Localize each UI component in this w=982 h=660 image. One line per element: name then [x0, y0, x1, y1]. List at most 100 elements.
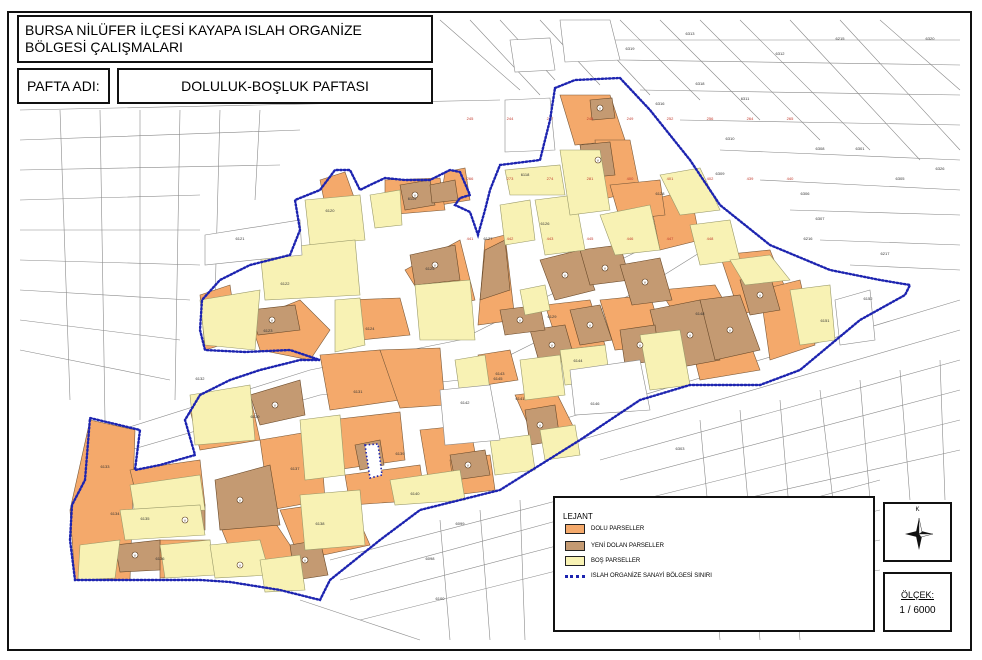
pafta-name: DOLULUK-BOŞLUK PAFTASI: [181, 78, 369, 94]
map-label: 6099: [456, 521, 466, 526]
svg-text:Y: Y: [239, 498, 242, 503]
map-label: 6216: [804, 236, 814, 241]
legend-swatch-boundary: [565, 574, 585, 578]
svg-text:Y: Y: [589, 323, 592, 328]
map-label: 6144: [574, 358, 584, 363]
map-label: 249: [627, 116, 634, 121]
map-label: 448: [707, 236, 714, 241]
map-label: 6146: [591, 401, 601, 406]
map-label: 6140: [411, 491, 421, 496]
map-label: 6141: [516, 396, 526, 401]
map-label: 6127: [484, 236, 494, 241]
map-label: 6318: [696, 81, 706, 86]
map-label: 6306: [801, 191, 811, 196]
map-label: 447: [667, 236, 674, 241]
legend-swatch-yeni: [565, 541, 585, 551]
map-label: 6124: [366, 326, 376, 331]
svg-text:Y: Y: [564, 273, 567, 278]
map-label: 6145: [494, 376, 504, 381]
svg-text:Y: Y: [134, 553, 137, 558]
map-label: 6121: [236, 236, 246, 241]
map-label: 6137: [291, 466, 301, 471]
map-label: 273: [507, 176, 514, 181]
map-label: 401: [667, 176, 674, 181]
north-label: K: [915, 507, 920, 513]
map-label: 446: [627, 236, 634, 241]
map-label: 6313: [686, 31, 696, 36]
map-label: 274: [547, 176, 554, 181]
legend-item-boundary: ISLAH ORGANİZE SANAYİ BÖLGESİ SINIRI: [565, 573, 712, 579]
map-label: 6118: [521, 172, 530, 177]
map-label: 6125: [426, 266, 436, 271]
map-label: 6134: [111, 511, 121, 516]
map-label: 6303: [676, 446, 686, 451]
map-label: 6217: [881, 251, 891, 256]
title-box: BURSA NİLÜFER İLÇESİ KAYAPA ISLAH ORGANİ…: [17, 15, 433, 63]
scale-label: ÖLÇEK:: [900, 590, 934, 600]
north-arrow-box: K: [883, 502, 952, 562]
map-label: 6098: [426, 556, 436, 561]
map-label: 6311: [741, 96, 750, 101]
map-label: 248: [587, 116, 594, 121]
map-label: 6142: [461, 400, 471, 405]
map-label: 6128: [656, 191, 666, 196]
map-label: 402: [707, 176, 714, 181]
svg-text:Y: Y: [729, 328, 732, 333]
map-label: 281: [587, 176, 594, 181]
title-line-1: BURSA NİLÜFER İLÇESİ KAYAPA ISLAH ORGANİ…: [25, 22, 362, 38]
map-label: 264: [747, 116, 754, 121]
map-label: 6319: [626, 46, 636, 51]
title-text: BURSA NİLÜFER İLÇESİ KAYAPA ISLAH ORGANİ…: [25, 22, 362, 56]
svg-text:Y: Y: [467, 463, 470, 468]
legend-swatch-dolu: [565, 524, 585, 534]
map-label: 252: [667, 116, 674, 121]
map-label: 439: [747, 176, 754, 181]
map-label: 6129: [548, 314, 558, 319]
map-label: 6215: [836, 36, 846, 41]
svg-text:Y: Y: [274, 403, 277, 408]
pafta-label: PAFTA ADI:: [27, 78, 100, 94]
svg-text:Y: Y: [271, 318, 274, 323]
svg-text:Y: Y: [604, 266, 607, 271]
svg-text:Y: Y: [689, 333, 692, 338]
map-label: 441: [467, 236, 474, 241]
map-label: 6100: [436, 596, 446, 601]
legend-label-yeni: YENİ DOLAN PARSELLER: [591, 543, 664, 549]
legend-swatch-bos: [565, 556, 585, 566]
map-label: 6138: [316, 521, 326, 526]
compass-icon: [905, 517, 934, 550]
scale-box: ÖLÇEK: 1 / 6000: [883, 572, 952, 632]
svg-text:Y: Y: [184, 518, 187, 523]
map-label: 6310: [726, 136, 736, 141]
map-label: 6139: [396, 451, 406, 456]
map-label: 6301: [856, 146, 866, 151]
map-label: 400: [627, 176, 634, 181]
map-label: 6131: [354, 389, 364, 394]
map-label: 445: [587, 236, 594, 241]
legend-item-yeni: YENİ DOLAN PARSELLER: [565, 541, 664, 551]
svg-text:Y: Y: [639, 343, 642, 348]
pafta-label-box: PAFTA ADI:: [17, 68, 110, 104]
map-label: 6320: [926, 36, 936, 41]
map-label: 6152: [864, 296, 874, 301]
map-label: 6308: [816, 146, 826, 151]
map-label: 6119: [408, 196, 417, 201]
map-label: 6309: [716, 171, 726, 176]
map-label: 265: [787, 116, 794, 121]
legend-label-bos: BOŞ PARSELLER: [591, 558, 641, 564]
map-label: 6132: [196, 376, 206, 381]
legend-label-dolu: DOLU PARSELLER: [591, 526, 645, 532]
legend-item-bos: BOŞ PARSELLER: [565, 556, 640, 566]
map-label: 6122: [281, 281, 291, 286]
legend-title: LEJANT: [563, 512, 593, 521]
svg-text:Y: Y: [539, 423, 542, 428]
legend-box: LEJANT DOLU PARSELLER YENİ DOLAN PARSELL…: [553, 496, 875, 632]
map-label: 6130: [251, 414, 261, 419]
scale-value: 1 / 6000: [899, 605, 936, 616]
map-label: 266: [467, 176, 474, 181]
map-label: 6135: [141, 516, 151, 521]
svg-text:Y: Y: [519, 318, 522, 323]
legend-item-dolu: DOLU PARSELLER: [565, 524, 644, 534]
map-label: 6136: [156, 556, 166, 561]
svg-text:Y: Y: [304, 558, 307, 563]
